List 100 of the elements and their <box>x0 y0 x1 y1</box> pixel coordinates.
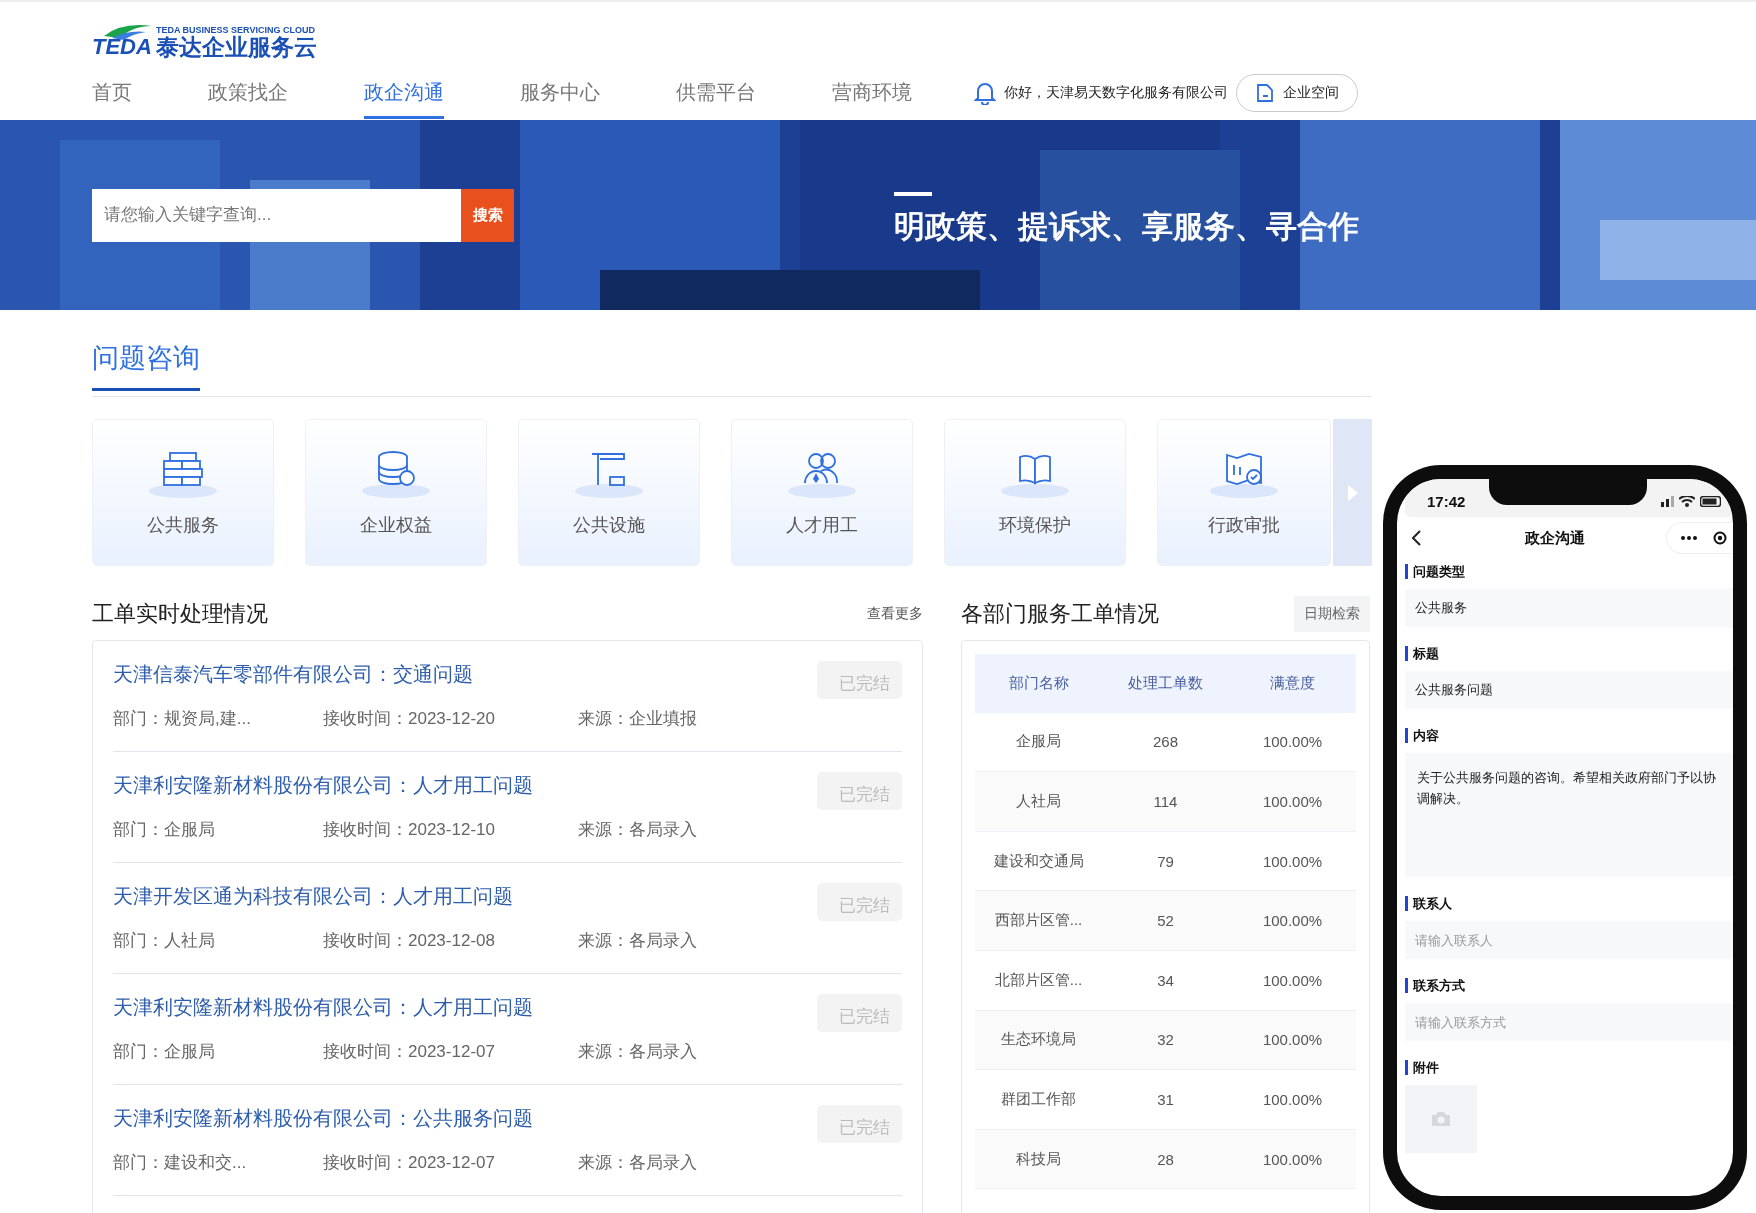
logo-subtitle: TEDA BUSINESS SERVICING CLOUD <box>155 24 316 35</box>
nav-tab[interactable]: 首页 <box>92 67 132 119</box>
view-more-link[interactable]: 查看更多 <box>867 605 923 623</box>
category-card[interactable]: 公共服务 <box>92 419 274 566</box>
table-cell-text: 建设和交通局 <box>992 851 1085 871</box>
status-tag: 已完结 <box>817 994 902 1032</box>
category-label: 公共服务 <box>147 513 219 537</box>
bell-icon[interactable] <box>974 81 996 105</box>
table-cell-text: 32 <box>1156 1031 1175 1049</box>
date-search-button[interactable]: 日期检索 <box>1294 596 1370 632</box>
order-title-link[interactable]: 天津利安隆新材料股份有限公司：人才用工问题 <box>113 994 533 1021</box>
table-cell-text: 34 <box>1156 971 1175 989</box>
back-icon[interactable] <box>1411 530 1421 546</box>
table-cell-text: 100.00% <box>1261 1031 1324 1049</box>
form-label: 问题类型 <box>1405 564 1733 579</box>
greeting-text: 你好，天津易天数字化服务有限公司 <box>1004 84 1228 102</box>
input-field[interactable]: 请输入联系人 <box>1405 921 1733 959</box>
enterprise-space-button[interactable]: 企业空间 <box>1236 74 1358 112</box>
wifi-icon <box>1679 495 1695 507</box>
table-cell-text: 生态环境局 <box>1000 1030 1077 1050</box>
logo-name: 泰达企业服务云 <box>155 34 317 60</box>
category-card[interactable]: 环境保护 <box>944 419 1126 566</box>
block-title: 工单实时处理情况 <box>92 600 268 628</box>
column-header: 满意度 <box>1269 673 1316 693</box>
category-card[interactable]: 行政审批 <box>1157 419 1331 566</box>
table-cell-text: 100.00% <box>1261 793 1324 810</box>
category-label: 人才用工 <box>786 513 858 537</box>
status-tag: 已完结 <box>817 661 902 699</box>
table-cell-text: 31 <box>1156 1090 1175 1108</box>
search-button[interactable]: 搜索 <box>461 188 514 242</box>
target-icon <box>1713 531 1727 545</box>
table-cell-text: 114 <box>1152 793 1179 810</box>
nav-tab[interactable]: 政策找企 <box>208 67 288 119</box>
order-department: 部门：企服局 <box>113 1041 216 1063</box>
coin-stack-icon <box>361 448 431 499</box>
nav-tab[interactable]: 供需平台 <box>676 67 756 119</box>
block-title: 各部门服务工单情况 <box>961 600 1159 628</box>
category-card[interactable]: 人才用工 <box>731 419 913 566</box>
form-label: 附件 <box>1405 1060 1733 1075</box>
form-label: 内容 <box>1405 728 1733 743</box>
order-received-time: 接收时间：2023-12-10 <box>323 819 496 841</box>
text-area[interactable]: 关于公共服务问题的咨询。希望相关政府部门予以协调解决。 <box>1405 753 1733 877</box>
table-cell-text: 52 <box>1156 912 1175 930</box>
table-cell-text: 100.00% <box>1261 852 1324 870</box>
table-cell-text: 西部片区管... <box>993 911 1084 931</box>
order-title-link[interactable]: 天津利安隆新材料股份有限公司：人才用工问题 <box>113 772 533 799</box>
input-field[interactable]: 公共服务 <box>1405 589 1733 627</box>
more-icon <box>1681 536 1697 540</box>
order-received-time: 接收时间：2023-12-07 <box>323 1041 496 1063</box>
order-department: 部门：规资局,建... <box>113 708 252 730</box>
form-label: 标题 <box>1405 646 1733 661</box>
status-tag: 已完结 <box>817 772 902 810</box>
order-department: 部门：企服局 <box>113 819 216 841</box>
category-card[interactable]: 企业权益 <box>305 419 487 566</box>
table-cell-text: 100.00% <box>1261 1090 1324 1108</box>
status-tag: 已完结 <box>817 1105 902 1143</box>
input-field[interactable]: 请输入联系方式 <box>1405 1003 1733 1041</box>
form-label: 联系方式 <box>1405 978 1733 993</box>
search-field[interactable]: 请您输入关键字查询... <box>92 188 461 242</box>
table-cell-text: 268 <box>1152 733 1179 751</box>
order-source: 来源：企业填报 <box>578 708 698 730</box>
order-department: 部门：建设和交... <box>113 1152 248 1174</box>
table-cell-text: 28 <box>1156 1150 1175 1168</box>
phone-clock: 17:42 <box>1427 492 1466 510</box>
order-title-link[interactable]: 天津利安隆新材料股份有限公司：公共服务问题 <box>113 1105 533 1132</box>
order-title-link[interactable]: 天津信泰汽车零部件有限公司：交通问题 <box>113 661 473 688</box>
nav-tab[interactable]: 服务中心 <box>520 67 600 119</box>
category-label: 公共设施 <box>573 513 645 537</box>
column-header: 部门名称 <box>1007 673 1070 693</box>
order-department: 部门：人社局 <box>113 930 216 952</box>
order-title-link[interactable]: 天津开发区通为科技有限公司：人才用工问题 <box>113 883 513 910</box>
table-cell-text: 企服局 <box>1015 732 1062 752</box>
category-label: 行政审批 <box>1208 513 1280 537</box>
nav-tab[interactable]: 营商环境 <box>832 67 912 119</box>
table-cell-text: 人社局 <box>1015 792 1062 811</box>
next-arrow-icon <box>1346 483 1359 502</box>
status-tag: 已完结 <box>817 883 902 921</box>
order-source: 来源：各局录入 <box>578 1041 698 1063</box>
folder-icon <box>1255 83 1275 103</box>
category-card[interactable]: 公共设施 <box>518 419 700 566</box>
banner-slogan: 明政策、提诉求、享服务、寻合作 <box>894 208 1359 246</box>
table-cell-text: 100.00% <box>1261 971 1324 989</box>
order-source: 来源：各局录入 <box>578 930 698 952</box>
category-label: 企业权益 <box>360 513 432 537</box>
table-cell-text: 北部片区管... <box>993 970 1084 990</box>
form-label: 联系人 <box>1405 896 1733 911</box>
table-cell-text: 100.00% <box>1261 912 1324 930</box>
category-label: 环境保护 <box>999 513 1071 537</box>
table-cell-text: 100.00% <box>1261 1150 1324 1168</box>
camera-icon <box>1431 1111 1451 1127</box>
input-field[interactable]: 公共服务问题 <box>1405 671 1733 709</box>
order-received-time: 接收时间：2023-12-08 <box>323 930 496 952</box>
battery-icon <box>1700 495 1721 507</box>
table-cell-text: 100.00% <box>1261 733 1324 751</box>
order-received-time: 接收时间：2023-12-07 <box>323 1152 496 1174</box>
logo-mark: TEDA <box>92 34 152 60</box>
order-source: 来源：各局录入 <box>578 1152 698 1174</box>
column-header: 处理工单数 <box>1127 673 1204 693</box>
section-title: 问题咨询 <box>92 340 200 391</box>
table-cell-text: 群团工作部 <box>1000 1089 1077 1109</box>
